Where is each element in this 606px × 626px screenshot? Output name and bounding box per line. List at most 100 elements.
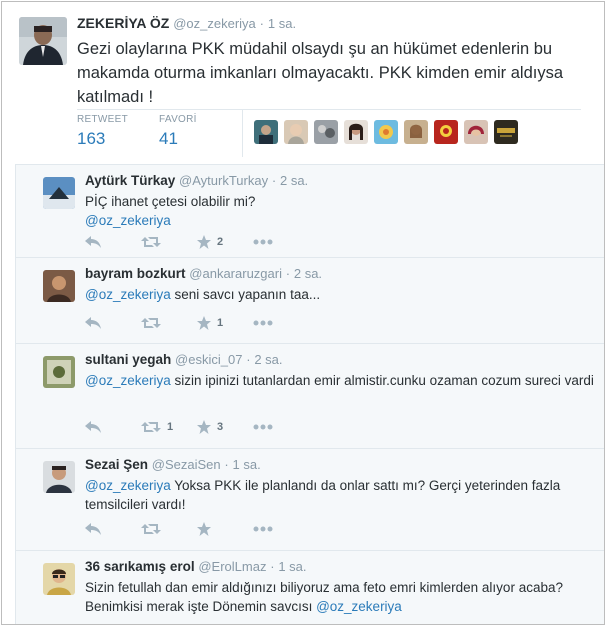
replies-list: Aytürk Türkay @AyturkTurkay · 2 sa. PİÇ … (15, 164, 604, 624)
retweet-icon (141, 317, 161, 329)
favorite-star-icon (197, 316, 211, 330)
more-icon (253, 526, 273, 532)
reply-avatar[interactable] (43, 177, 75, 209)
reply-header: Aytürk Türkay @AyturkTurkay · 2 sa. (85, 173, 308, 188)
mention-link[interactable]: @oz_zekeriya (316, 599, 402, 614)
favorite-button[interactable] (197, 522, 253, 536)
separator-dot: · (246, 352, 251, 367)
reply-author-name[interactable]: 36 sarıkamış erol (85, 559, 195, 574)
mention-link[interactable]: @oz_zekeriya (85, 287, 171, 302)
main-tweet: ZEKERİYA ÖZ @oz_zekeriya · 1 sa. Gezi ol… (2, 2, 604, 165)
reply-icon (85, 523, 101, 535)
separator-dot: · (270, 559, 275, 574)
reply-button[interactable] (85, 421, 141, 433)
separator-dot: · (285, 266, 291, 281)
favorite-stat[interactable]: FAVORİ 41 (159, 114, 197, 149)
more-button[interactable] (253, 424, 309, 430)
mention-link[interactable]: @oz_zekeriya (85, 478, 171, 493)
retweet-stat-label: RETWEET (77, 114, 128, 125)
retweet-button[interactable]: 1 (141, 421, 197, 433)
reply-actions: 2 (85, 235, 309, 249)
reply-icon (85, 421, 101, 433)
reply-button[interactable] (85, 236, 141, 248)
favoriter-avatar[interactable] (404, 120, 428, 144)
retweet-button[interactable] (141, 317, 197, 329)
stats-top-divider (77, 109, 581, 110)
stats-vertical-divider (242, 110, 243, 157)
more-button[interactable] (253, 239, 309, 245)
retweet-icon (141, 523, 161, 535)
reply-author-handle[interactable]: @SezaiSen (152, 457, 221, 472)
reply-time[interactable]: 1 sa. (278, 559, 306, 574)
more-button[interactable] (253, 526, 309, 532)
reply-time[interactable]: 2 sa. (254, 352, 282, 367)
author-name[interactable]: ZEKERİYA ÖZ (77, 15, 169, 31)
reply-text: PİÇ ihanet çetesi olabilir mi? @oz_zeker… (85, 192, 595, 230)
reply-avatar[interactable] (43, 356, 75, 388)
reply-avatar[interactable] (43, 563, 75, 595)
favoriter-avatar[interactable] (344, 120, 368, 144)
reply-avatar[interactable] (43, 461, 75, 493)
main-tweet-header: ZEKERİYA ÖZ @oz_zekeriya · 1 sa. (77, 15, 296, 31)
favorite-star-icon (197, 235, 211, 249)
reply-button[interactable] (85, 317, 141, 329)
favoriter-avatar[interactable] (314, 120, 338, 144)
mention-link[interactable]: @oz_zekeriya (85, 373, 171, 388)
favorite-button[interactable]: 2 (197, 235, 253, 249)
favorite-count: 1 (217, 317, 224, 329)
favoriter-avatar[interactable] (464, 120, 488, 144)
reply-author-name[interactable]: bayram bozkurt (85, 266, 186, 281)
retweet-button[interactable] (141, 236, 197, 248)
reply-text: @oz_zekeriya seni savcı yapanın taa... (85, 285, 595, 304)
reply-text: @oz_zekeriya sizin ipinizi tutanlardan e… (85, 371, 595, 390)
reply-item[interactable]: Aytürk Türkay @AyturkTurkay · 2 sa. PİÇ … (16, 164, 604, 257)
mention-link[interactable]: @oz_zekeriya (85, 213, 171, 228)
reply-header: sultani yegah @eskici_07 · 2 sa. (85, 352, 283, 367)
reply-header: 36 sarıkamış erol @ErolLmaz · 1 sa. (85, 559, 307, 574)
reply-item[interactable]: bayram bozkurt @ankararuzgari · 2 sa. @o… (16, 257, 604, 343)
favorite-count: 2 (217, 236, 224, 248)
reply-text: @oz_zekeriya Yoksa PKK ile planlandı da … (85, 476, 595, 514)
reply-avatar[interactable] (43, 270, 75, 302)
reply-author-handle[interactable]: @ErolLmaz (198, 559, 266, 574)
reply-time[interactable]: 2 sa. (294, 266, 322, 281)
retweet-count: 1 (167, 421, 174, 433)
reply-author-handle[interactable]: @eskici_07 (175, 352, 242, 367)
favoriter-avatar[interactable] (284, 120, 308, 144)
retweet-icon (141, 236, 161, 248)
reply-icon (85, 317, 101, 329)
reply-author-handle[interactable]: @AyturkTurkay (179, 173, 268, 188)
favorite-stat-count: 41 (159, 129, 178, 148)
reply-item[interactable]: sultani yegah @eskici_07 · 2 sa. @oz_zek… (16, 343, 604, 448)
reply-author-name[interactable]: sultani yegah (85, 352, 171, 367)
tweet-time[interactable]: 1 sa. (268, 16, 296, 31)
favorite-button[interactable]: 1 (197, 316, 253, 330)
reply-header: bayram bozkurt @ankararuzgari · 2 sa. (85, 266, 322, 281)
more-button[interactable] (253, 320, 309, 326)
retweet-button[interactable] (141, 523, 197, 535)
author-avatar[interactable] (19, 17, 67, 65)
favoriter-avatar[interactable] (434, 120, 458, 144)
favorite-button[interactable]: 3 (197, 420, 253, 434)
more-icon (253, 424, 273, 430)
favoriter-avatar[interactable] (374, 120, 398, 144)
author-handle[interactable]: @oz_zekeriya (173, 16, 256, 31)
reply-button[interactable] (85, 523, 141, 535)
reply-author-name[interactable]: Aytürk Türkay (85, 173, 175, 188)
reply-icon (85, 236, 101, 248)
favoriter-avatar[interactable] (254, 120, 278, 144)
reply-time[interactable]: 1 sa. (233, 457, 261, 472)
reply-author-name[interactable]: Sezai Şen (85, 457, 148, 472)
reply-text-part: seni savcı yapanın taa... (170, 287, 321, 302)
reply-time[interactable]: 2 sa. (280, 173, 308, 188)
favoriter-avatars (254, 120, 518, 144)
reply-item[interactable]: 36 sarıkamış erol @ErolLmaz · 1 sa. Sizi… (16, 550, 604, 624)
reply-header: Sezai Şen @SezaiSen · 1 sa. (85, 457, 261, 472)
reply-item[interactable]: Sezai Şen @SezaiSen · 1 sa. @oz_zekeriya… (16, 448, 604, 550)
reply-author-handle[interactable]: @ankararuzgari (189, 266, 282, 281)
more-icon (253, 239, 273, 245)
favoriter-avatar[interactable] (494, 120, 518, 144)
reply-text-part: sizin ipinizi tutanlardan emir almistir.… (170, 373, 594, 388)
separator-dot: · (259, 16, 265, 31)
retweet-stat[interactable]: RETWEET 163 (77, 114, 128, 149)
